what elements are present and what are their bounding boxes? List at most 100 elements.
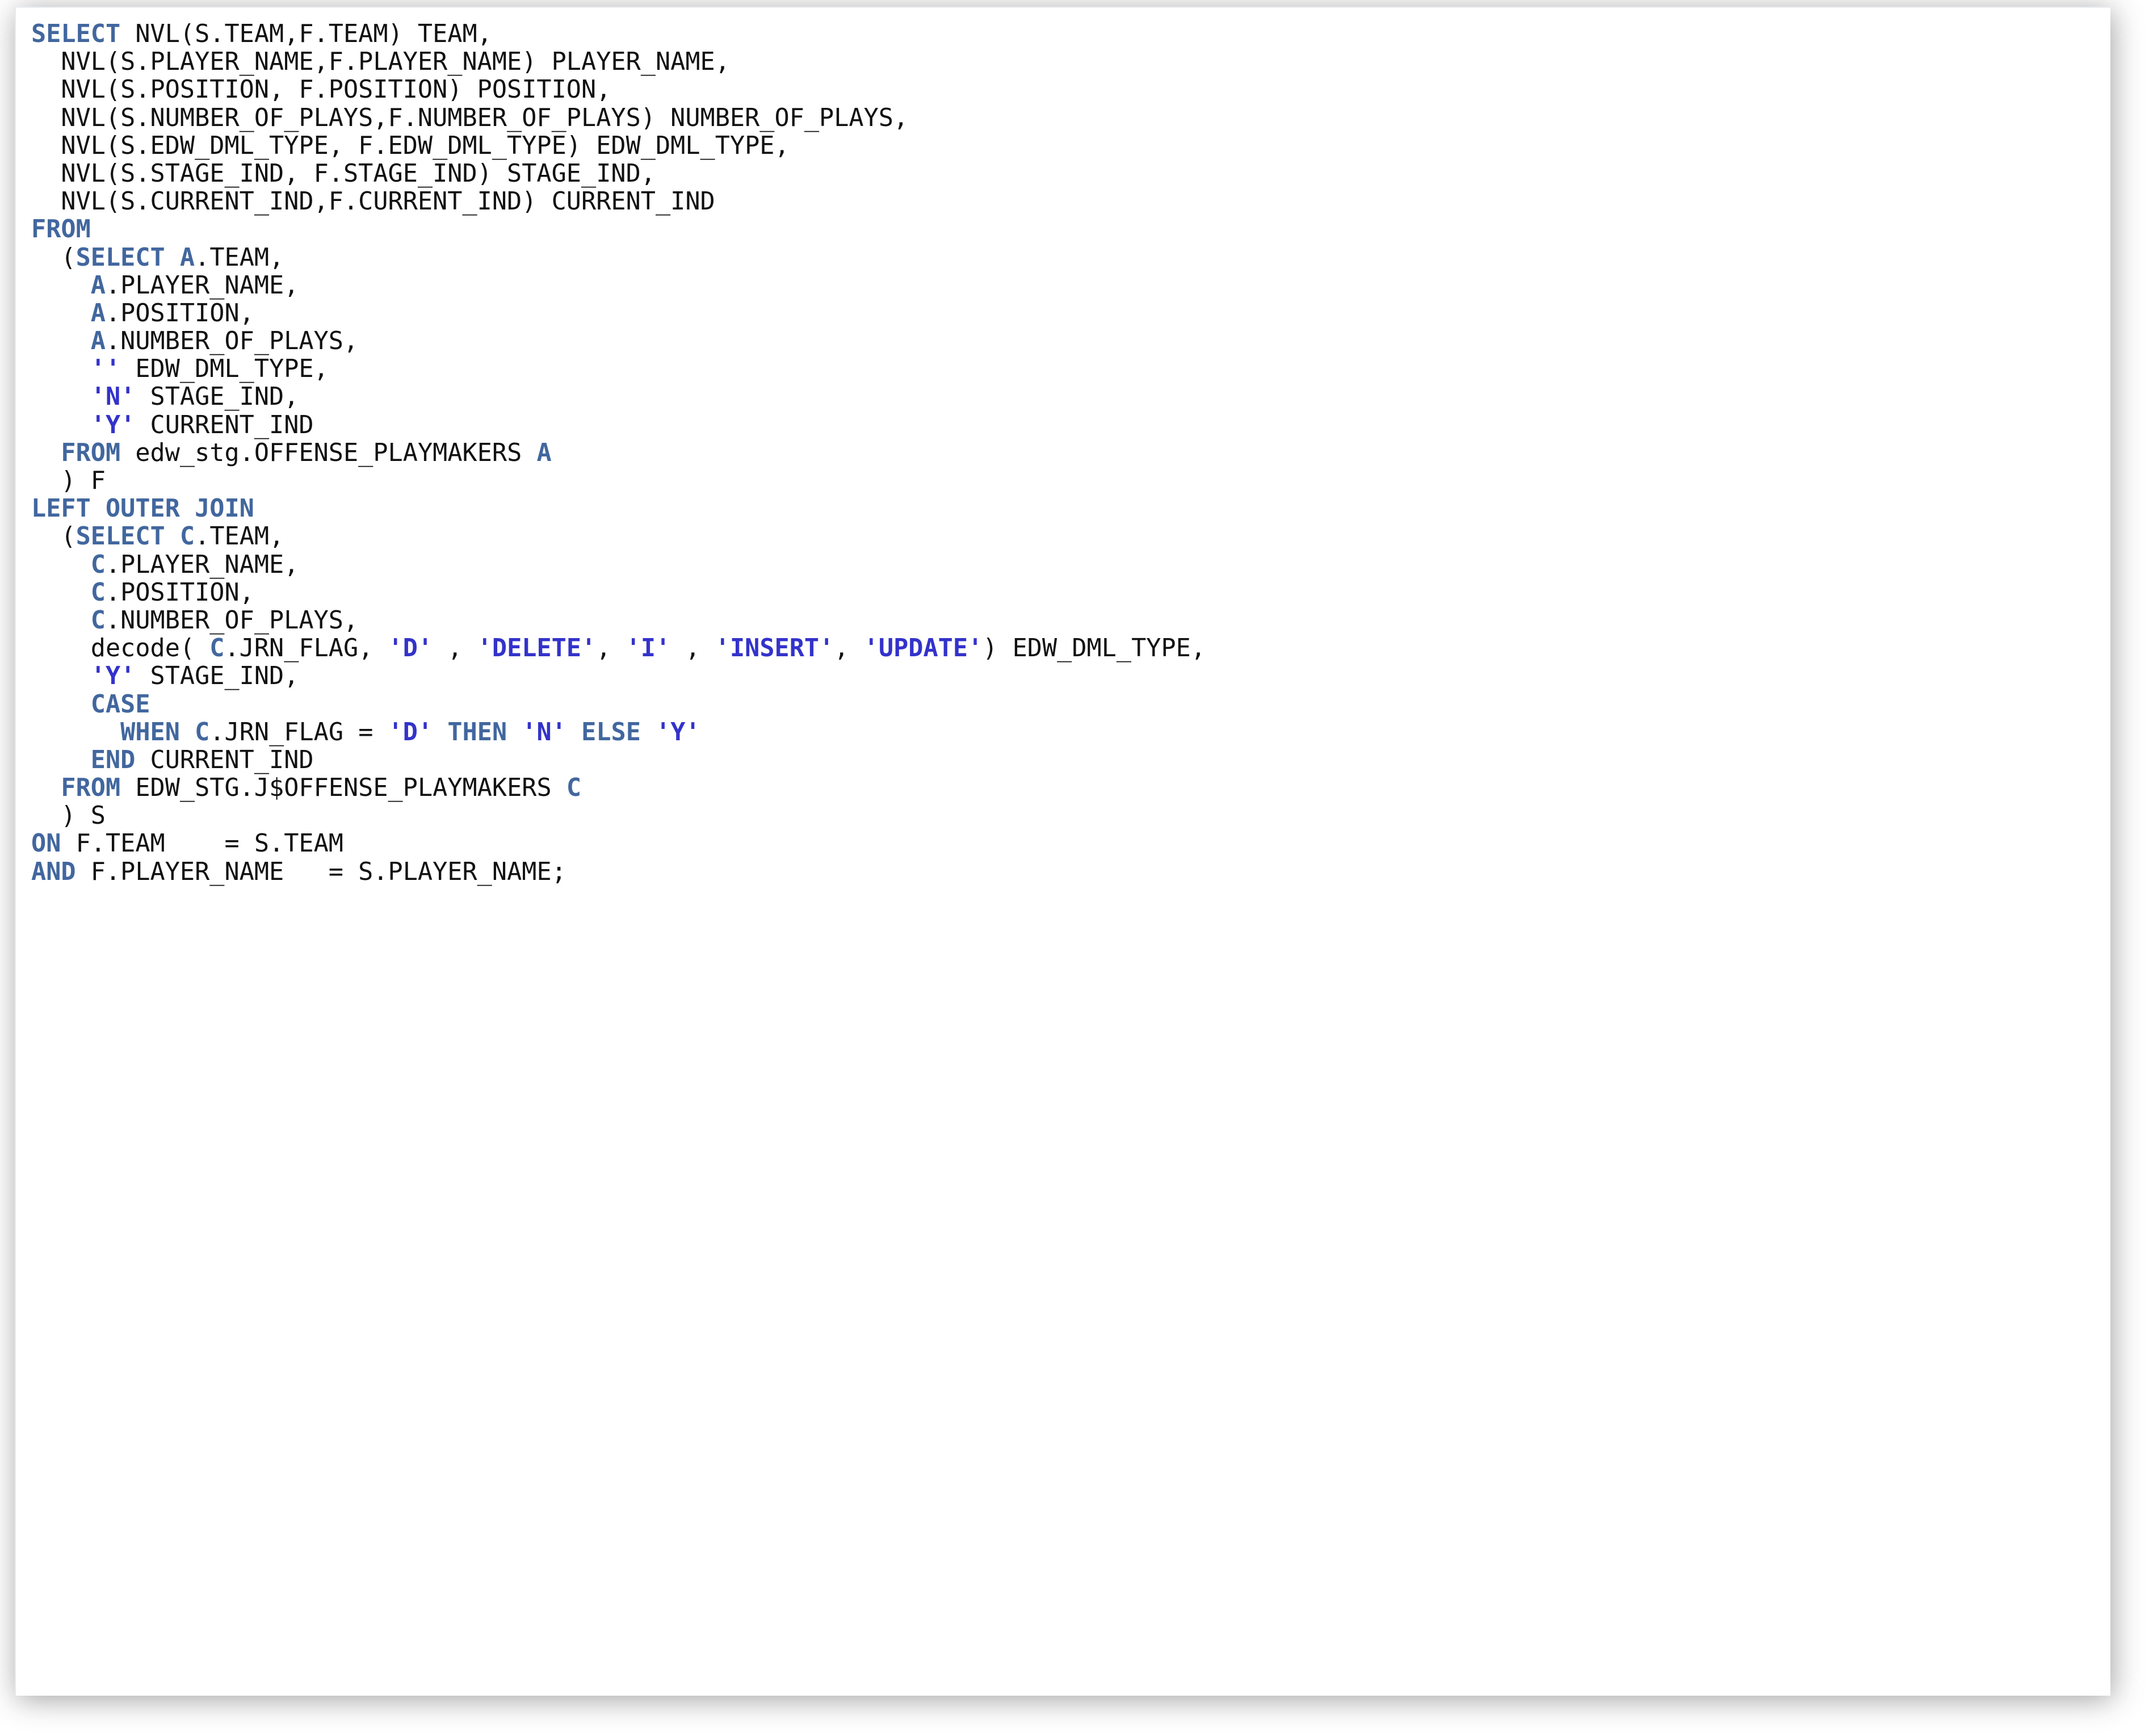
- code-token-id: .PLAYER_NAME,: [105, 271, 299, 300]
- code-line: NVL(S.NUMBER_OF_PLAYS,F.NUMBER_OF_PLAYS)…: [31, 104, 1206, 132]
- code-token-str: 'D': [388, 718, 433, 747]
- code-line: NVL(S.STAGE_IND, F.STAGE_IND) STAGE_IND,: [31, 160, 1206, 188]
- code-token-id: NVL(S.NUMBER_OF_PLAYS,F.NUMBER_OF_PLAYS)…: [31, 103, 909, 132]
- code-line: 'Y' CURRENT_IND: [31, 410, 1206, 439]
- code-token-id: [31, 606, 91, 635]
- code-line: FROM edw_stg.OFFENSE_PLAYMAKERS A: [31, 439, 1206, 467]
- code-line: NVL(S.EDW_DML_TYPE, F.EDW_DML_TYPE) EDW_…: [31, 132, 1206, 160]
- code-token-id: [31, 551, 91, 579]
- code-line: C.PLAYER_NAME,: [31, 551, 1206, 579]
- code-token-id: [31, 774, 61, 802]
- code-line: WHEN C.JRN_FLAG = 'D' THEN 'N' ELSE 'Y': [31, 718, 1206, 747]
- code-token-id: .POSITION,: [105, 578, 254, 607]
- code-token-id: .POSITION,: [105, 299, 254, 328]
- code-token-id: [180, 718, 195, 747]
- code-token-id: [566, 718, 581, 747]
- code-token-id: [31, 383, 91, 411]
- code-line: C.NUMBER_OF_PLAYS,: [31, 606, 1206, 635]
- code-line: ON F.TEAM = S.TEAM: [31, 830, 1206, 858]
- code-token-id: .TEAM,: [195, 243, 284, 272]
- code-token-id: [165, 244, 180, 272]
- code-token-id: [31, 746, 91, 774]
- code-token-alias: A: [90, 327, 106, 356]
- code-token-str: 'N': [90, 383, 136, 412]
- code-token-str: '': [90, 355, 121, 384]
- code-token-kw: SELECT: [75, 522, 165, 551]
- code-token-id: [433, 718, 447, 747]
- code-token-str: 'Y': [90, 662, 136, 691]
- code-line: LEFT OUTER JOIN: [31, 495, 1206, 523]
- code-token-id: [165, 522, 180, 551]
- code-token-id: [31, 578, 91, 607]
- sql-code-block[interactable]: SELECT NVL(S.TEAM,F.TEAM) TEAM, NVL(S.PL…: [31, 20, 1206, 886]
- code-token-id: [31, 718, 120, 747]
- code-line: C.POSITION,: [31, 578, 1206, 607]
- code-token-str: 'I': [626, 634, 671, 663]
- code-line: SELECT NVL(S.TEAM,F.TEAM) TEAM,: [31, 20, 1206, 48]
- code-token-str: 'UPDATE': [863, 634, 983, 663]
- code-token-alias: A: [90, 271, 106, 300]
- code-line: A.NUMBER_OF_PLAYS,: [31, 327, 1206, 356]
- code-token-id: .TEAM,: [195, 522, 284, 551]
- code-token-id: ) S: [31, 802, 106, 831]
- code-token-alias: C: [209, 634, 225, 663]
- code-token-id: [641, 718, 656, 747]
- code-token-alias: A: [536, 438, 552, 467]
- code-token-id: F.TEAM = S.TEAM: [61, 829, 343, 858]
- code-line: FROM EDW_STG.J$OFFENSE_PLAYMAKERS C: [31, 774, 1206, 802]
- code-line: ) S: [31, 802, 1206, 830]
- code-token-id: [31, 355, 91, 383]
- code-token-id: ,: [670, 634, 715, 663]
- code-line: ) F: [31, 467, 1206, 495]
- code-token-alias: C: [195, 718, 210, 747]
- code-token-kw: FROM: [61, 438, 121, 467]
- code-line: A.PLAYER_NAME,: [31, 271, 1206, 300]
- code-token-id: NVL(S.STAGE_IND, F.STAGE_IND) STAGE_IND,: [31, 159, 656, 188]
- code-token-id: [507, 718, 522, 747]
- code-token-alias: A: [90, 299, 106, 328]
- code-token-id: .NUMBER_OF_PLAYS,: [105, 606, 359, 635]
- code-token-str: 'INSERT': [715, 634, 834, 663]
- code-token-id: (: [31, 522, 76, 551]
- code-token-id: .JRN_FLAG =: [209, 718, 388, 747]
- code-token-id: ,: [596, 634, 626, 663]
- code-token-id: edw_stg.OFFENSE_PLAYMAKERS: [120, 438, 537, 467]
- code-line: FROM: [31, 216, 1206, 244]
- code-token-id: [31, 690, 91, 719]
- code-token-id: decode(: [31, 634, 210, 663]
- code-token-id: NVL(S.POSITION, F.POSITION) POSITION,: [31, 76, 611, 104]
- code-token-str: 'N': [522, 718, 566, 747]
- code-token-kw: THEN: [447, 718, 507, 747]
- code-token-str: 'Y': [90, 410, 136, 439]
- code-line: END CURRENT_IND: [31, 745, 1206, 774]
- code-token-alias: C: [566, 774, 582, 803]
- code-token-alias: C: [90, 550, 106, 579]
- code-line: (SELECT C.TEAM,: [31, 523, 1206, 551]
- code-token-kw: END: [90, 745, 136, 774]
- code-token-id: (: [31, 243, 76, 272]
- code-token-str: 'Y': [656, 718, 700, 747]
- code-token-id: ,: [433, 634, 477, 663]
- code-token-id: .NUMBER_OF_PLAYS,: [105, 327, 359, 356]
- code-line: decode( C.JRN_FLAG, 'D' , 'DELETE', 'I' …: [31, 635, 1206, 662]
- code-token-id: EDW_DML_TYPE,: [120, 355, 329, 384]
- code-line: '' EDW_DML_TYPE,: [31, 355, 1206, 383]
- code-line: 'Y' STAGE_IND,: [31, 662, 1206, 690]
- code-token-id: .PLAYER_NAME,: [105, 550, 299, 579]
- code-token-id: [31, 271, 91, 300]
- code-line: 'N' STAGE_IND,: [31, 383, 1206, 411]
- code-token-id: NVL(S.TEAM,F.TEAM) TEAM,: [120, 20, 492, 48]
- code-line: NVL(S.CURRENT_IND,F.CURRENT_IND) CURRENT…: [31, 188, 1206, 216]
- code-token-alias: A: [179, 243, 195, 272]
- code-token-kw: SELECT: [75, 243, 165, 272]
- code-token-id: [31, 439, 61, 467]
- code-line: NVL(S.PLAYER_NAME,F.PLAYER_NAME) PLAYER_…: [31, 48, 1206, 76]
- code-token-id: [31, 299, 91, 328]
- code-token-id: EDW_STG.J$OFFENSE_PLAYMAKERS: [120, 774, 566, 803]
- code-token-id: [31, 662, 91, 690]
- code-token-id: ,: [834, 634, 864, 663]
- code-token-kw: LEFT OUTER JOIN: [31, 494, 254, 523]
- code-token-id: CURRENT_IND: [135, 410, 314, 439]
- code-token-alias: C: [90, 578, 106, 607]
- code-snippet-stage: SELECT NVL(S.TEAM,F.TEAM) TEAM, NVL(S.PL…: [0, 0, 2149, 1736]
